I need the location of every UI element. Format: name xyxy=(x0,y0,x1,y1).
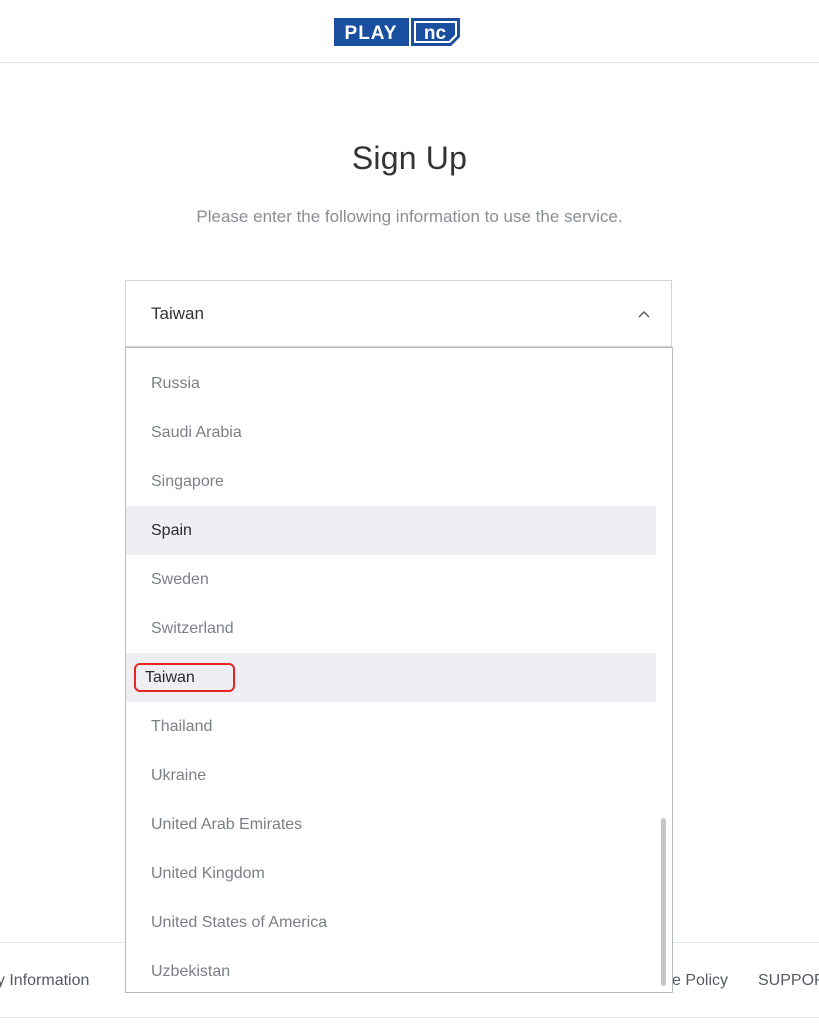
svg-text:PLAY: PLAY xyxy=(345,23,398,44)
country-option[interactable]: United Kingdom xyxy=(126,849,656,898)
country-option-label: Saudi Arabia xyxy=(151,424,242,441)
country-option[interactable]: Switzerland xyxy=(126,604,656,653)
country-option[interactable]: Ukraine xyxy=(126,751,656,800)
country-option-label: United Kingdom xyxy=(151,865,265,882)
country-option[interactable]: Saudi Arabia xyxy=(126,408,656,457)
country-option-label: Spain xyxy=(151,522,192,539)
footer-support-link[interactable]: SUPPOR xyxy=(758,972,819,990)
country-dropdown[interactable]: Russia Saudi Arabia Singapore Spain Sweden Sw… xyxy=(125,347,673,993)
page-subtitle: Please enter the following information t… xyxy=(196,207,623,226)
country-option[interactable]: Thailand xyxy=(126,702,656,751)
country-option-label: Thailand xyxy=(151,718,213,735)
country-option-label: Taiwan xyxy=(134,663,235,692)
country-option-label: Singapore xyxy=(151,473,224,490)
country-option-label: Switzerland xyxy=(151,620,234,637)
footer-company-information-link[interactable]: ny Information xyxy=(0,972,89,990)
country-option-list: Russia Saudi Arabia Singapore Spain Sweden Sw… xyxy=(126,359,656,992)
country-option[interactable]: Uzbekistan xyxy=(126,947,656,992)
country-option-label: United States of America xyxy=(151,914,328,931)
chevron-up-icon xyxy=(638,311,650,318)
country-option-label: Ukraine xyxy=(151,767,207,784)
country-option[interactable]: United Arab Emirates xyxy=(126,800,656,849)
country-select-value: Taiwan xyxy=(151,304,204,323)
country-option-label: Russia xyxy=(151,375,200,392)
country-option[interactable]: Russia xyxy=(126,359,656,408)
dropdown-scrollbar-thumb[interactable] xyxy=(661,818,666,986)
plaync-logo[interactable]: PLAY nc xyxy=(334,17,464,47)
footer-policy-link[interactable]: e Policy xyxy=(672,972,728,990)
country-option-label: Uzbekistan xyxy=(151,963,231,980)
signup-page: PLAY nc Sign Up Please enter the followi… xyxy=(0,0,819,1024)
country-option[interactable]: Spain xyxy=(126,506,656,555)
country-option[interactable]: Taiwan xyxy=(126,653,656,702)
header: PLAY nc xyxy=(0,0,819,63)
country-option-label: Sweden xyxy=(151,571,209,588)
svg-text:nc: nc xyxy=(424,23,447,44)
country-option[interactable]: Singapore xyxy=(126,457,656,506)
page-title: Sign Up xyxy=(351,140,468,176)
country-select[interactable]: Taiwan xyxy=(125,280,672,347)
country-option-label: United Arab Emirates xyxy=(151,816,303,833)
country-option[interactable]: United States of America xyxy=(126,898,656,947)
country-option[interactable]: Sweden xyxy=(126,555,656,604)
